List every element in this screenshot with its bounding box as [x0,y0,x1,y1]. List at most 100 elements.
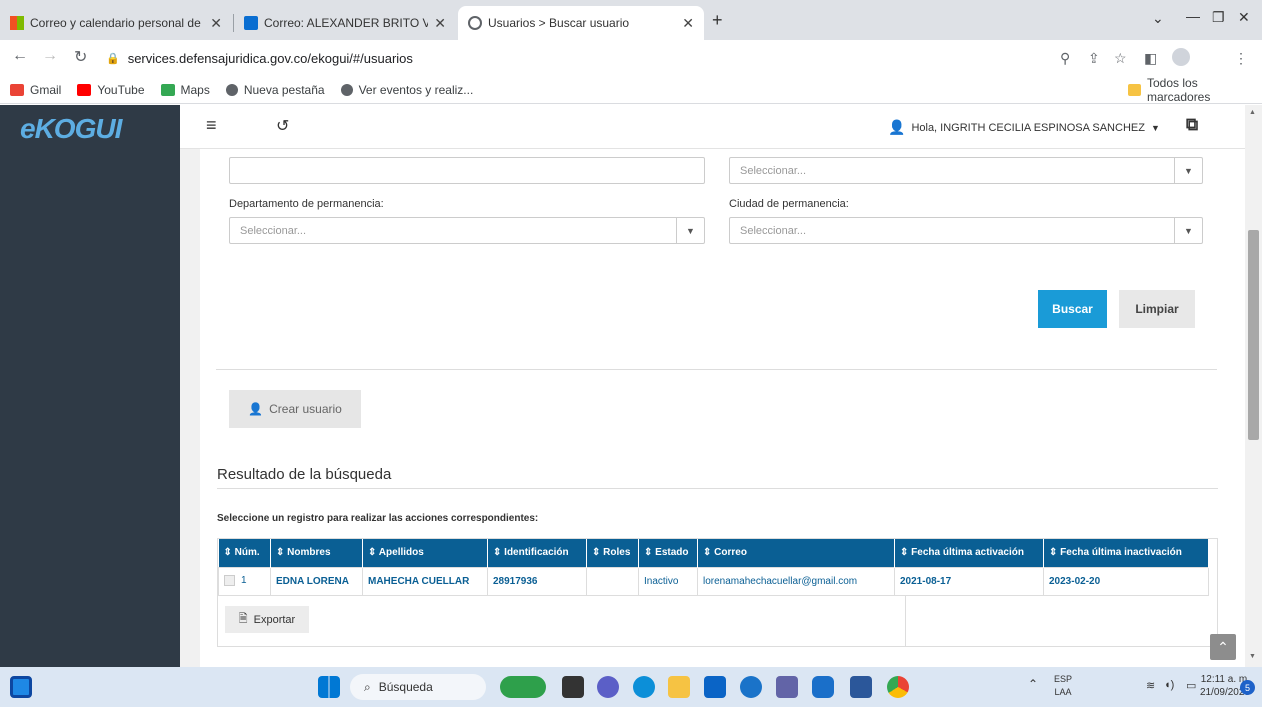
scroll-to-top-button[interactable]: ⌃ [1210,634,1236,660]
globe-icon [340,83,353,96]
language-indicator[interactable]: ESP LAA [1054,673,1072,699]
exportar-button[interactable]: 🗎 Exportar [225,606,309,633]
globe-icon [225,83,238,96]
ekogui-logo: eKOGUI [20,113,122,144]
col-nombres[interactable]: ⇕ Nombres [270,539,363,567]
tray-chevron-icon[interactable]: ⌃ [1028,677,1038,691]
results-title: Resultado de la búsqueda [217,466,392,483]
close-window-button[interactable]: ✕ [1238,9,1250,26]
buscar-button[interactable]: Buscar [1038,290,1107,328]
ciudad-select[interactable]: Seleccionar... ▼ [729,217,1203,244]
share-icon[interactable]: ⇪ [1088,50,1100,67]
app-sidebar: eKOGUI [0,105,180,667]
notification-badge[interactable]: 5 [1240,680,1255,695]
cell-roles [586,566,639,596]
teams-icon[interactable] [776,676,798,698]
file-explorer-icon[interactable] [668,676,690,698]
select-field[interactable]: Seleccionar... ▼ [729,157,1203,184]
bookmark-eventos[interactable]: Ver eventos y realiz... [340,83,473,97]
zoom-icon[interactable]: ⚲ [1060,50,1070,67]
row-checkbox[interactable] [224,575,235,587]
user-menu[interactable]: 👤 Hola, INGRITH CECILIA ESPINOSA SANCHEZ… [888,119,1160,136]
edge-icon[interactable] [633,676,655,698]
close-tab-icon[interactable]: ✕ [682,15,694,32]
history-icon[interactable]: ↺ [276,116,289,136]
bookmark-star-icon[interactable]: ☆ [1114,50,1127,67]
globe-icon [468,16,482,30]
close-tab-icon[interactable]: ✕ [434,15,446,32]
chrome-icon[interactable] [887,676,909,698]
bookmark-youtube[interactable]: YouTube [77,83,145,97]
caret-down-icon: ▼ [1174,218,1202,243]
main-content: Seleccionar... ▼ Departamento de permane… [180,149,1245,667]
close-tab-icon[interactable]: ✕ [210,15,222,32]
col-correo[interactable]: ⇕ Correo [697,539,895,567]
teams-chat-icon[interactable] [597,676,619,698]
col-num[interactable]: ⇕ Núm. [218,539,271,567]
cell-fecha-activacion: 2021-08-17 [894,566,1044,596]
col-fecha-inactivacion[interactable]: ⇕ Fecha última inactivación [1043,539,1209,567]
minimize-button[interactable]: — [1186,8,1200,24]
tab-usuarios[interactable]: Usuarios > Buscar usuario ✕ [458,6,704,40]
col-apellidos[interactable]: ⇕ Apellidos [362,539,488,567]
cell-correo: lorenamahechacuellar@gmail.com [697,566,895,596]
folder-icon [1128,83,1141,96]
profile-avatar[interactable] [1172,48,1190,66]
page-scrollbar[interactable]: ▲ ▼ [1245,105,1262,667]
word-icon[interactable] [850,676,872,698]
cell-nombres: EDNA LORENA [270,566,363,596]
widgets-icon[interactable] [10,676,32,698]
tab-search-chevron-icon[interactable]: ⌄ [1152,10,1164,27]
defender-icon[interactable] [812,676,834,698]
side-panel-icon[interactable]: ◧ [1144,50,1157,67]
scroll-down-arrow-icon[interactable]: ▼ [1249,653,1256,660]
bookmark-gmail[interactable]: Gmail [10,83,61,97]
windows-start-icon[interactable] [318,676,340,698]
table-row[interactable]: 1 EDNA LORENA MAHECHA CUELLAR 28917936 I… [218,566,1209,596]
mail-icon[interactable] [740,676,762,698]
bookmark-maps[interactable]: Maps [160,83,210,97]
bookmark-new-tab[interactable]: Nueva pestaña [225,83,325,97]
app-badge-icon[interactable] [500,676,546,698]
departamento-select[interactable]: Seleccionar... ▼ [229,217,705,244]
reload-button[interactable]: ↻ [74,47,87,67]
cell-identificacion: 28917936 [487,566,587,596]
scrollbar-thumb[interactable] [1248,230,1259,440]
app-topbar: ≡ ↺ 👤 Hola, INGRITH CECILIA ESPINOSA SAN… [180,105,1245,149]
search-panel: Seleccionar... ▼ Departamento de permane… [200,149,1245,667]
store-icon[interactable] [704,676,726,698]
scroll-up-arrow-icon[interactable]: ▲ [1249,109,1256,116]
divider [905,596,906,646]
col-identificacion[interactable]: ⇕ Identificación [487,539,587,567]
limpiar-button[interactable]: Limpiar [1119,290,1195,328]
results-hint: Seleccione un registro para realizar las… [217,513,539,524]
divider [216,369,1217,370]
cell-num[interactable]: 1 [218,566,271,596]
volume-icon[interactable]: ◖) [1164,679,1174,691]
menu-kebab-icon[interactable]: ⋮ [1234,50,1248,67]
bookmark-all-folder[interactable]: Todos los marcadores [1128,76,1256,104]
caret-down-icon: ▼ [1150,122,1160,133]
forward-button[interactable]: → [42,47,58,65]
crear-usuario-button[interactable]: 👤 Crear usuario [229,390,361,428]
address-bar[interactable]: 🔒 services.defensajuridica.gov.co/ekogui… [106,45,1256,71]
tab-outlook-calendar[interactable]: Correo y calendario personal de ✕ [0,6,232,40]
hamburger-menu-icon[interactable]: ≡ [206,115,217,136]
col-fecha-activacion[interactable]: ⇕ Fecha última activación [894,539,1044,567]
text-field[interactable] [229,157,705,184]
col-roles[interactable]: ⇕ Roles [586,539,639,567]
tab-outlook-mail[interactable]: Correo: ALEXANDER BRITO VERG ✕ [234,6,456,40]
taskbar-search[interactable]: ⌕ Búsqueda [350,674,486,700]
departamento-label: Departamento de permanencia: [229,198,384,210]
restore-button[interactable]: ❐ [1212,9,1225,26]
cell-estado: Inactivo [638,566,698,596]
col-estado[interactable]: ⇕ Estado [638,539,698,567]
external-link-icon[interactable]: ⧉ [1186,115,1198,135]
task-view-icon[interactable] [562,676,584,698]
maps-icon [160,83,175,96]
browser-tab-bar: Correo y calendario personal de ✕ Correo… [0,0,1262,40]
wifi-icon[interactable]: ≋ [1146,679,1155,692]
caret-down-icon: ▼ [676,218,704,243]
new-tab-button[interactable]: + [712,10,723,31]
back-button[interactable]: ← [12,47,28,65]
